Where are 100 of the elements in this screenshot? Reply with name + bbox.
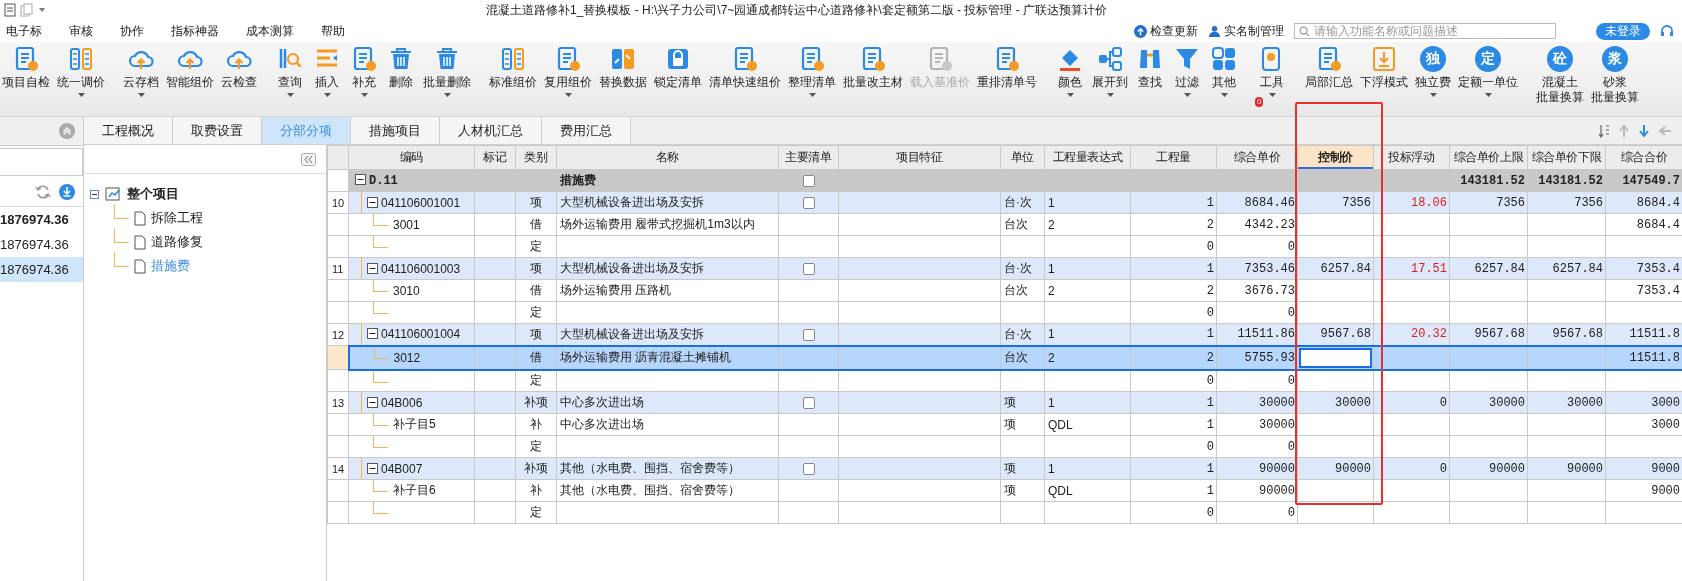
checkbox[interactable] [802,463,815,476]
column-header[interactable]: 综合单价 [1216,145,1298,170]
toolbar-button[interactable]: 查询 [273,46,307,97]
menu-item[interactable]: 指标神器 [171,22,219,40]
column-header[interactable]: 综合单价上限 [1449,145,1528,170]
checkbox[interactable] [802,175,815,188]
column-header[interactable]: 单位 [1000,145,1045,170]
menu-item[interactable]: 审核 [69,22,93,40]
menu-action[interactable]: 检查更新 [1134,22,1198,40]
toolbar-button[interactable]: 复用组价 [542,46,594,97]
column-header[interactable]: 标记 [474,145,516,170]
amount-row[interactable]: 1876974.36 [0,207,83,232]
toolbar-button[interactable]: 过滤 [1170,46,1204,97]
toolbar-button[interactable]: 锁定清单 [652,46,704,97]
tab[interactable]: 人材机汇总 [440,117,542,144]
column-header[interactable]: 名称 [556,145,779,170]
toolbar-button[interactable]: 独 独立费 [1413,46,1453,97]
toolbar-button[interactable]: 批量改主材 [841,46,905,97]
toolbar-button[interactable]: 标准组价 [487,46,539,97]
table-row[interactable]: 3012 借 场外运输费用 沥青混凝土摊铺机 台次 2 2 5755.93 11511.8 [327,345,1682,370]
tree-item[interactable]: 道路修复 [151,233,203,251]
toolbar-button[interactable]: 云存档 [121,46,161,97]
toolbar-button[interactable]: 局部汇总 [1303,46,1355,97]
toolbar-button[interactable]: 重排清单号 [975,46,1039,97]
column-header[interactable]: 综合单价下限 [1527,145,1606,170]
tab[interactable]: 费用汇总 [542,117,631,144]
toolbar-button[interactable]: 展开到 [1090,46,1130,97]
copy-icon[interactable] [20,3,34,17]
toolbar-button[interactable]: 统一调价 [55,46,107,97]
table-row[interactable]: 定 0 0 [327,235,1682,258]
amount-row[interactable]: 1876974.36 [0,232,83,257]
table-row[interactable]: 补子目6 补 其他（水电费、围挡、宿舍费等） 项 QDL 1 90000 9000 [327,479,1682,502]
toolbar-button[interactable]: 浆 砂浆 批量换算 [1589,46,1641,112]
column-header[interactable]: 控制价 [1297,145,1374,170]
toolbar-button[interactable]: 下浮模式 [1358,46,1410,97]
table-row[interactable]: 定 0 0 [327,369,1682,392]
table-row[interactable]: 12 041106001004 项 大型机械设备进出场及安拆 台·次 1 1 11511.86 9567.68 20.32 9567.68 9567.68 11511.8 [327,323,1682,346]
caret-icon[interactable] [38,7,46,13]
toolbar-button[interactable]: 项目自检 [0,46,52,97]
refresh-icon[interactable] [35,184,51,200]
column-header[interactable]: 工程量 [1130,145,1217,170]
table-row[interactable]: 10 041106001001 项 大型机械设备进出场及安拆 台·次 1 1 8684.46 7356 18.06 7356 7356 8684.4 [327,191,1682,214]
toolbar-button[interactable]: 砼 混凝土 批量换算 [1534,46,1586,112]
download-icon[interactable] [59,184,75,200]
menu-item[interactable]: 成本测算 [246,22,294,40]
table-row[interactable]: D.11 措施费 143181.52 143181.52 147549.7 [327,169,1682,192]
toolbar-button[interactable]: 插入 [310,46,344,97]
toolbar-button[interactable]: 其他 [1207,46,1241,97]
sort-icon[interactable] [1598,123,1610,138]
toolbar-button[interactable]: 删除 [384,46,418,97]
amount-row[interactable]: 1876974.36 [0,257,83,282]
table-row[interactable]: 3001 借 场外运输费用 履带式挖掘机1m3以内 台次 2 2 4342.23 8684.4 [327,213,1682,236]
headset-icon[interactable] [1660,24,1674,38]
toolbar-button[interactable]: 智能组价 [164,46,216,97]
document-icon[interactable] [4,3,16,17]
table-row[interactable]: 补子目5 补 中心多次进出场 项 QDL 1 30000 3000 [327,413,1682,436]
collapse-toggle[interactable] [367,396,378,408]
checkbox[interactable] [802,329,815,342]
toolbar-button[interactable]: 替换数据 [597,46,649,97]
collapse-toggle[interactable] [367,462,378,474]
checkbox[interactable] [802,197,815,210]
table-row[interactable]: 14 04B007 补项 其他（水电费、围挡、宿舍费等） 项 1 1 90000 90000 0 90000 90000 9000 [327,457,1682,480]
table-row[interactable]: 13 04B006 补项 中心多次进出场 项 1 1 30000 30000 0 30000 30000 3000 [327,391,1682,414]
column-header[interactable]: 工程量表达式 [1044,145,1131,170]
down-arrow-icon[interactable] [1638,123,1650,138]
collapse-toggle[interactable] [367,196,378,208]
menu-item[interactable]: 帮助 [321,22,345,40]
tree-item[interactable]: 措施费 [151,257,190,275]
table-row[interactable]: 11 041106001003 项 大型机械设备进出场及安拆 台·次 1 1 7353.46 6257.84 17.51 6257.84 6257.84 7353.4 [327,257,1682,280]
column-header[interactable]: 类别 [515,145,557,170]
collapse-toggle[interactable] [90,189,99,199]
tree-item[interactable]: 整个项目 [127,185,179,203]
collapse-toggle[interactable] [367,262,378,274]
toolbar-button[interactable]: 补充 [347,46,381,97]
checkbox[interactable] [802,263,815,276]
toolbar-button[interactable]: 云检查 [219,46,259,97]
tab[interactable]: 措施项目 [351,117,440,144]
collapse-toggle[interactable] [367,328,378,340]
login-button[interactable]: 未登录 [1596,22,1650,40]
tree-item[interactable]: 拆除工程 [151,209,203,227]
column-header[interactable]: 综合合价 [1605,145,1682,170]
table-row[interactable]: 定 0 0 [327,435,1682,458]
column-header[interactable]: 主要清单 [778,145,839,170]
column-header[interactable]: 编码 [348,145,475,170]
menu-action[interactable]: 实名制管理 [1208,22,1284,40]
column-header[interactable]: 投标浮动 [1373,145,1450,170]
table-row[interactable]: 定 0 0 [327,301,1682,324]
toolbar-button[interactable]: 颜色 [1053,46,1087,97]
collapse-toggle[interactable] [355,174,366,185]
collapse-icon[interactable] [59,123,75,139]
checkbox[interactable] [802,397,815,410]
toolbar-button[interactable]: 定 定额一单位 [1456,46,1520,97]
menu-item[interactable]: 协作 [120,22,144,40]
input-field[interactable] [1299,347,1372,368]
collapse-panel-icon[interactable] [301,152,316,166]
table-row[interactable]: 定 0 0 [327,501,1682,524]
toolbar-button[interactable]: 清单快速组价 [707,46,783,97]
toolbar-button[interactable]: 查找 [1133,46,1167,97]
menu-item[interactable]: 电子标 [6,22,42,40]
toolbar-button[interactable]: 批量删除 [421,46,473,97]
